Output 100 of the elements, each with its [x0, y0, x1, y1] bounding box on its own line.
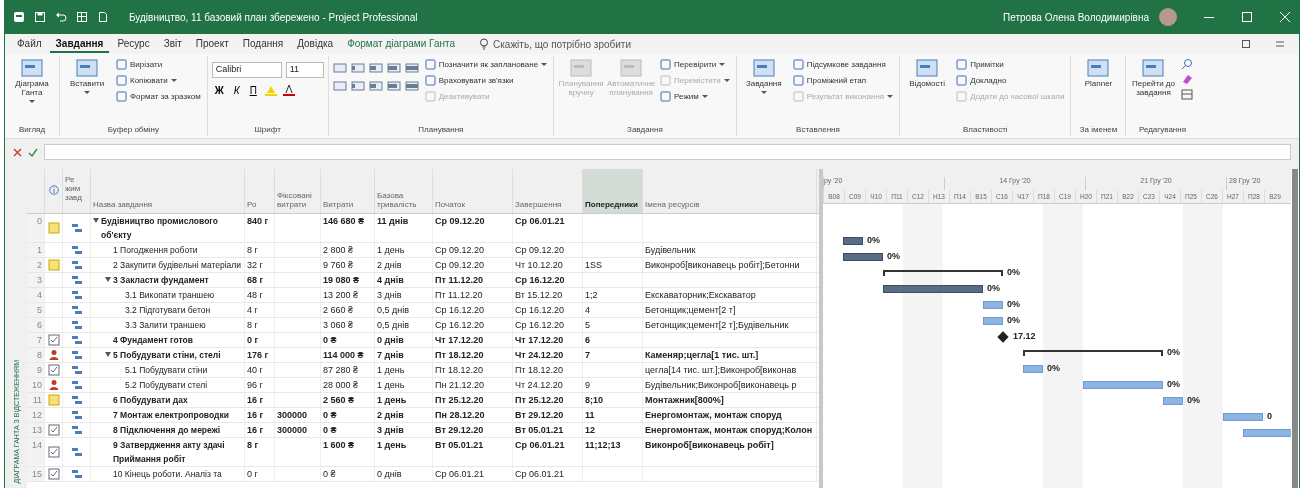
column-header[interactable]: Ре жим завд — [63, 169, 91, 213]
font-style-button[interactable]: П — [246, 84, 260, 96]
entry-field[interactable] — [44, 144, 1291, 160]
page-icon[interactable] — [97, 11, 109, 23]
ribbon-tab[interactable]: Ресурс — [111, 35, 156, 53]
ribbon-button[interactable]: Формат за зразком — [114, 90, 203, 103]
ribbon-button[interactable]: Planner — [1075, 56, 1122, 91]
close-icon[interactable] — [1279, 11, 1291, 23]
ribbon-button[interactable]: Режим — [658, 90, 732, 103]
ribbon-button[interactable]: Відомості — [904, 56, 951, 91]
task-name[interactable]: 3.2 Підготувати бетон — [125, 303, 211, 317]
collapse-ribbon-icon[interactable] — [1275, 39, 1285, 49]
task-name[interactable]: 2 Закупити будівельні матеріали — [113, 258, 242, 272]
table-cell: 0 ₴ — [323, 335, 337, 345]
font-name-field[interactable]: Calibri — [211, 62, 282, 78]
search-icon[interactable] — [1180, 58, 1195, 70]
progress-icon[interactable] — [368, 62, 383, 74]
ribbon-tab[interactable]: Завдання — [49, 35, 110, 53]
column-header[interactable]: Початок — [433, 169, 513, 213]
summary-bar[interactable] — [1023, 350, 1163, 356]
progress-icon[interactable] — [350, 80, 365, 92]
ribbon-button[interactable]: Завдання — [740, 56, 787, 96]
task-name[interactable]: 8 Підключення до мережі — [113, 423, 221, 437]
check-icon[interactable] — [28, 147, 38, 157]
share-icon[interactable] — [1241, 39, 1251, 49]
task-name[interactable]: Будівництво промислового об'єкту — [101, 214, 242, 242]
task-name[interactable]: 5.2 Побудувати стелі — [125, 378, 208, 392]
ribbon-tab[interactable]: Довідка — [291, 35, 340, 53]
progress-icon[interactable] — [332, 62, 347, 74]
column-header[interactable]: Ро — [245, 169, 275, 213]
task-name[interactable]: 7 Монтаж електропроводки — [113, 408, 229, 422]
eraser-icon[interactable] — [1180, 73, 1195, 85]
task-name[interactable]: 3.1 Викопати траншею — [125, 288, 215, 302]
progress-icon[interactable] — [386, 62, 401, 74]
cancel-icon[interactable] — [13, 147, 22, 157]
table-cell: Ср 16.12.20 — [435, 305, 485, 315]
ribbon-button[interactable]: Копіювати — [114, 74, 203, 87]
table-cell: 1SS — [585, 260, 602, 270]
summary-bar[interactable] — [883, 270, 1003, 276]
search-field[interactable]: Скажіть, що потрібно зробити — [479, 38, 664, 50]
task-name[interactable]: 5.1 Побудувати стіни — [125, 363, 208, 377]
font-size-field[interactable]: 11 — [285, 62, 324, 78]
ribbon-button[interactable]: Примітки — [954, 58, 1067, 71]
collapse-icon[interactable] — [105, 277, 111, 282]
table-cell: Ср 09.12.20 — [435, 245, 485, 255]
ribbon-button[interactable]: Перейти до завдання — [1130, 56, 1177, 100]
task-name[interactable]: 3.3 Залити траншею — [125, 318, 206, 332]
scrollbar[interactable] — [1292, 169, 1298, 488]
ribbon-button[interactable]: Докладно — [954, 74, 1067, 87]
task-name[interactable]: 1 Погодження роботи — [113, 243, 198, 257]
task-name[interactable]: 3 Закласти фундамент — [113, 273, 209, 287]
column-header[interactable]: Базова тривалість — [375, 169, 433, 213]
ribbon-button[interactable]: Проміжний етап — [790, 74, 896, 87]
task-name[interactable]: 6 Побудувати дах — [113, 393, 188, 407]
ribbon-tab[interactable]: Проект — [189, 35, 235, 53]
column-header[interactable]: Фіксовані витрати — [275, 169, 321, 213]
column-header[interactable]: Назва завдання — [91, 169, 245, 213]
task-mode-icon — [70, 223, 83, 233]
save-icon[interactable] — [34, 11, 46, 23]
undo-icon[interactable] — [55, 11, 67, 23]
task-name[interactable]: 9 Затвердження акту здачі Приймання робіт — [113, 438, 242, 466]
task-mode-icon — [70, 305, 83, 315]
column-header[interactable]: Витрати — [321, 169, 375, 213]
ribbon-button[interactable]: Позначити як заплановане — [422, 58, 550, 71]
ribbon-tab[interactable]: Файл — [11, 35, 48, 53]
progress-icon[interactable] — [350, 62, 365, 74]
ribbon-button[interactable]: Вставити — [64, 56, 110, 96]
progress-icon[interactable] — [404, 80, 419, 92]
calendar-icon — [47, 424, 60, 436]
project-icon[interactable] — [13, 11, 25, 23]
font-style-button[interactable]: Ж — [211, 84, 227, 96]
maximize-icon[interactable] — [1241, 11, 1253, 23]
ribbon-button[interactable]: Підсумкове завдання — [790, 58, 896, 71]
square-icon — [424, 75, 436, 86]
progress-icon[interactable] — [368, 80, 383, 92]
bar-label: 0% — [1167, 347, 1180, 357]
collapse-icon[interactable] — [105, 352, 111, 357]
column-header[interactable]: Попередники — [583, 169, 643, 213]
column-header[interactable]: Імена ресурсів — [643, 169, 817, 213]
task-name[interactable]: 4 Фундамент готов — [113, 333, 193, 347]
grid-icon[interactable] — [76, 11, 88, 23]
table-cell: 300000 — [277, 410, 308, 420]
progress-icon[interactable] — [386, 80, 401, 92]
fill-icon[interactable] — [1180, 88, 1195, 100]
task-name[interactable]: 5 Побудувати стіни, стелі — [113, 348, 221, 362]
table-cell: Бетонщик;цемент[2 т] — [645, 305, 736, 315]
task-mode-icon — [70, 365, 83, 375]
ribbon-tab[interactable]: Звіт — [157, 35, 188, 53]
font-style-button[interactable]: К — [230, 84, 243, 96]
ribbon-tab[interactable]: Формат діаграми Ганта — [341, 35, 462, 53]
ribbon-button[interactable]: Перевірити — [658, 58, 732, 71]
collapse-icon[interactable] — [93, 218, 99, 223]
font-color-icon[interactable] — [281, 84, 296, 96]
progress-icon[interactable] — [404, 62, 419, 74]
ribbon-button[interactable]: Вирізати — [114, 58, 203, 71]
ribbon-tab[interactable]: Подання — [236, 35, 290, 53]
ribbon-button[interactable]: Діаграма Ганта — [9, 56, 55, 105]
progress-icon[interactable] — [332, 80, 347, 92]
ribbon-button[interactable]: Враховувати зв'язки — [422, 74, 550, 87]
task-name[interactable]: 10 Кінець роботи. Аналіз та — [113, 467, 222, 481]
